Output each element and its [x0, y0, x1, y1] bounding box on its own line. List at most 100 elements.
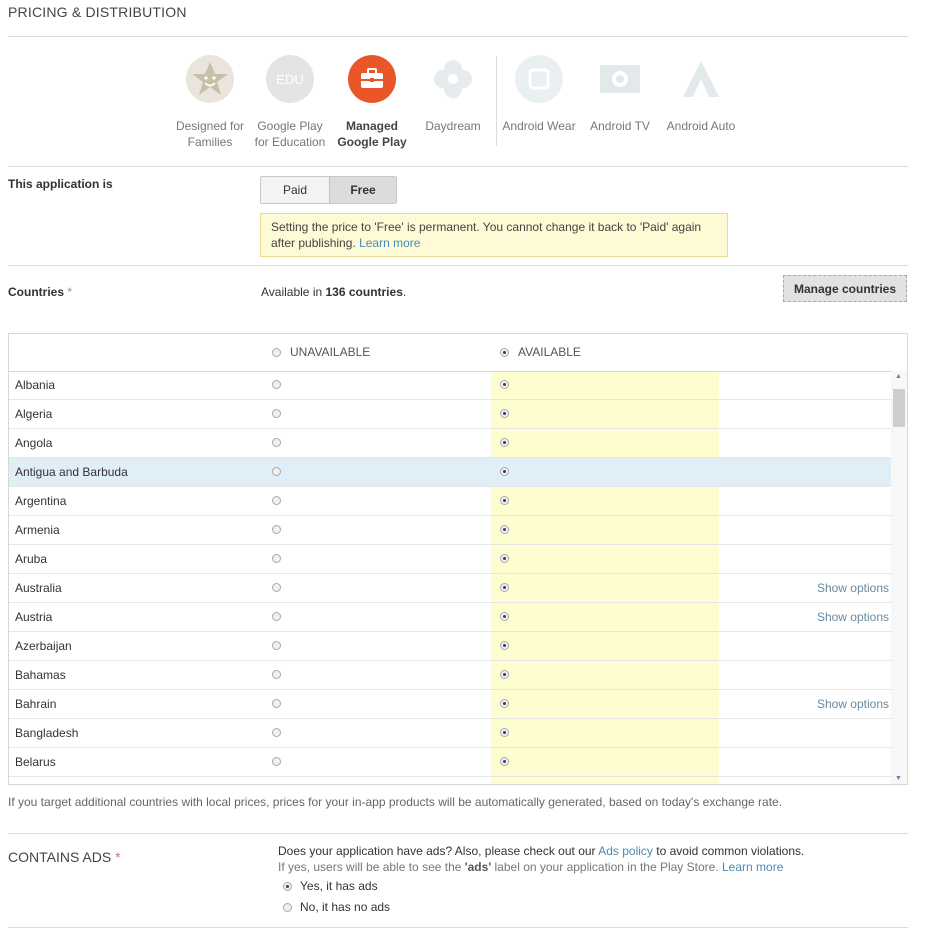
table-scrollbar[interactable]: ▲ ▼ — [891, 371, 907, 784]
manage-countries-button[interactable]: Manage countries — [783, 275, 907, 302]
scroll-down-icon[interactable]: ▼ — [895, 775, 902, 782]
ads-no-option[interactable]: No, it has no ads — [283, 900, 390, 914]
availability-suffix: . — [402, 285, 407, 299]
unavailable-radio[interactable] — [272, 380, 281, 389]
availability-prefix: Available in — [261, 285, 323, 299]
device-label: for Education — [254, 135, 326, 149]
contains-ads-title-text: CONTAINS ADS — [8, 849, 112, 865]
available-radio[interactable] — [500, 380, 509, 389]
available-radio[interactable] — [500, 438, 509, 447]
table-row[interactable]: Austria Show options — [9, 603, 891, 632]
unavailable-radio[interactable] — [272, 728, 281, 737]
unavailable-header-label: UNAVAILABLE — [290, 345, 371, 359]
unavailable-radio[interactable] — [272, 699, 281, 708]
page-title: PRICING & DISTRIBUTION — [8, 4, 187, 20]
paid-option[interactable]: Paid — [261, 177, 329, 203]
available-radio[interactable] — [500, 641, 509, 650]
available-radio[interactable] — [500, 583, 509, 592]
radio-icon[interactable] — [283, 902, 292, 912]
free-option[interactable]: Free — [329, 177, 396, 203]
available-radio[interactable] — [500, 525, 509, 534]
table-row[interactable]: Argentina — [9, 487, 891, 516]
device-google-play-education[interactable]: EDU Google Play for Education — [245, 55, 335, 150]
country-name: Antigua and Barbuda — [15, 465, 128, 479]
ads-question: Does your application have ads? Also, pl… — [278, 844, 804, 858]
available-radio[interactable] — [500, 554, 509, 563]
country-name: Armenia — [15, 523, 60, 537]
unavailable-radio[interactable] — [272, 467, 281, 476]
table-row[interactable]: Belarus — [9, 748, 891, 777]
unavailable-radio[interactable] — [272, 496, 281, 505]
ads-yes-option[interactable]: Yes, it has ads — [283, 879, 378, 893]
available-radio[interactable] — [500, 612, 509, 621]
divider — [8, 265, 908, 266]
scroll-up-icon[interactable]: ▲ — [895, 373, 902, 380]
table-row[interactable]: Bahrain Show options — [9, 690, 891, 719]
briefcase-icon — [348, 55, 396, 103]
country-name: Belarus — [15, 755, 56, 769]
table-row[interactable]: Angola — [9, 429, 891, 458]
device-daydream[interactable]: Daydream — [408, 55, 498, 134]
unavailable-radio[interactable] — [272, 670, 281, 679]
country-name: Bahrain — [15, 697, 57, 711]
table-row[interactable]: Albania — [9, 371, 891, 400]
table-row[interactable]: Bahamas — [9, 661, 891, 690]
unavailable-radio[interactable] — [272, 583, 281, 592]
unavailable-radio[interactable] — [272, 612, 281, 621]
unavailable-radio[interactable] — [272, 757, 281, 766]
available-radio[interactable] — [500, 496, 509, 505]
available-header[interactable]: AVAILABLE — [500, 345, 581, 359]
table-row[interactable]: Aruba — [9, 545, 891, 574]
ads-learn-more-link[interactable]: Learn more — [722, 860, 783, 874]
table-row[interactable]: Azerbaijan — [9, 632, 891, 661]
unavailable-radio[interactable] — [272, 525, 281, 534]
unavailable-radio[interactable] — [272, 641, 281, 650]
available-radio[interactable] — [500, 409, 509, 418]
device-android-auto[interactable]: Android Auto — [656, 55, 746, 134]
show-options-link[interactable]: Show options — [817, 610, 889, 624]
device-android-wear[interactable]: Android Wear — [494, 55, 584, 134]
required-mark: * — [67, 285, 73, 299]
availability-summary: Available in 136 countries. — [261, 285, 406, 299]
scroll-thumb[interactable] — [893, 389, 905, 427]
unavailable-radio[interactable] — [272, 554, 281, 563]
ads-question-prefix: Does your application have ads? Also, pl… — [278, 844, 596, 858]
show-options-link[interactable]: Show options — [817, 697, 889, 711]
table-row[interactable]: Bangladesh — [9, 719, 891, 748]
device-label: Android Auto — [666, 119, 736, 133]
watch-icon — [515, 55, 563, 103]
ads-no-label: No, it has no ads — [300, 900, 391, 914]
device-label: Families — [187, 135, 233, 149]
available-radio[interactable] — [500, 467, 509, 476]
available-radio[interactable] — [500, 728, 509, 737]
unavailable-radio[interactable] — [272, 409, 281, 418]
ads-label-term: 'ads' — [464, 860, 492, 874]
country-name: Bahamas — [15, 668, 66, 682]
table-header: UNAVAILABLE AVAILABLE — [9, 334, 907, 372]
table-row[interactable]: Algeria — [9, 400, 891, 429]
available-header-label: AVAILABLE — [518, 345, 581, 359]
table-row[interactable]: Antigua and Barbuda — [9, 458, 891, 487]
device-label: Daydream — [425, 119, 481, 133]
country-name: Australia — [15, 581, 62, 595]
device-android-tv[interactable]: Android TV — [575, 55, 665, 134]
edu-icon: EDU — [266, 55, 314, 103]
ads-description: If yes, users will be able to see the 'a… — [278, 860, 783, 874]
device-managed-google-play[interactable]: Managed Google Play — [327, 55, 417, 150]
table-row[interactable]: Armenia — [9, 516, 891, 545]
available-radio[interactable] — [500, 757, 509, 766]
unavailable-header[interactable]: UNAVAILABLE — [272, 345, 370, 359]
ads-policy-link[interactable]: Ads policy — [598, 844, 653, 858]
pricing-notice: Setting the price to 'Free' is permanent… — [260, 213, 728, 257]
unavailable-radio[interactable] — [272, 438, 281, 447]
country-name: Argentina — [15, 494, 67, 508]
table-row[interactable]: Australia Show options — [9, 574, 891, 603]
available-radio[interactable] — [500, 699, 509, 708]
learn-more-link[interactable]: Learn more — [359, 236, 420, 250]
device-designed-for-families[interactable]: Designed for Families — [165, 55, 255, 150]
radio-selected-icon[interactable] — [283, 881, 292, 891]
divider — [8, 36, 908, 37]
required-mark: * — [115, 849, 121, 865]
available-radio[interactable] — [500, 670, 509, 679]
show-options-link[interactable]: Show options — [817, 581, 889, 595]
